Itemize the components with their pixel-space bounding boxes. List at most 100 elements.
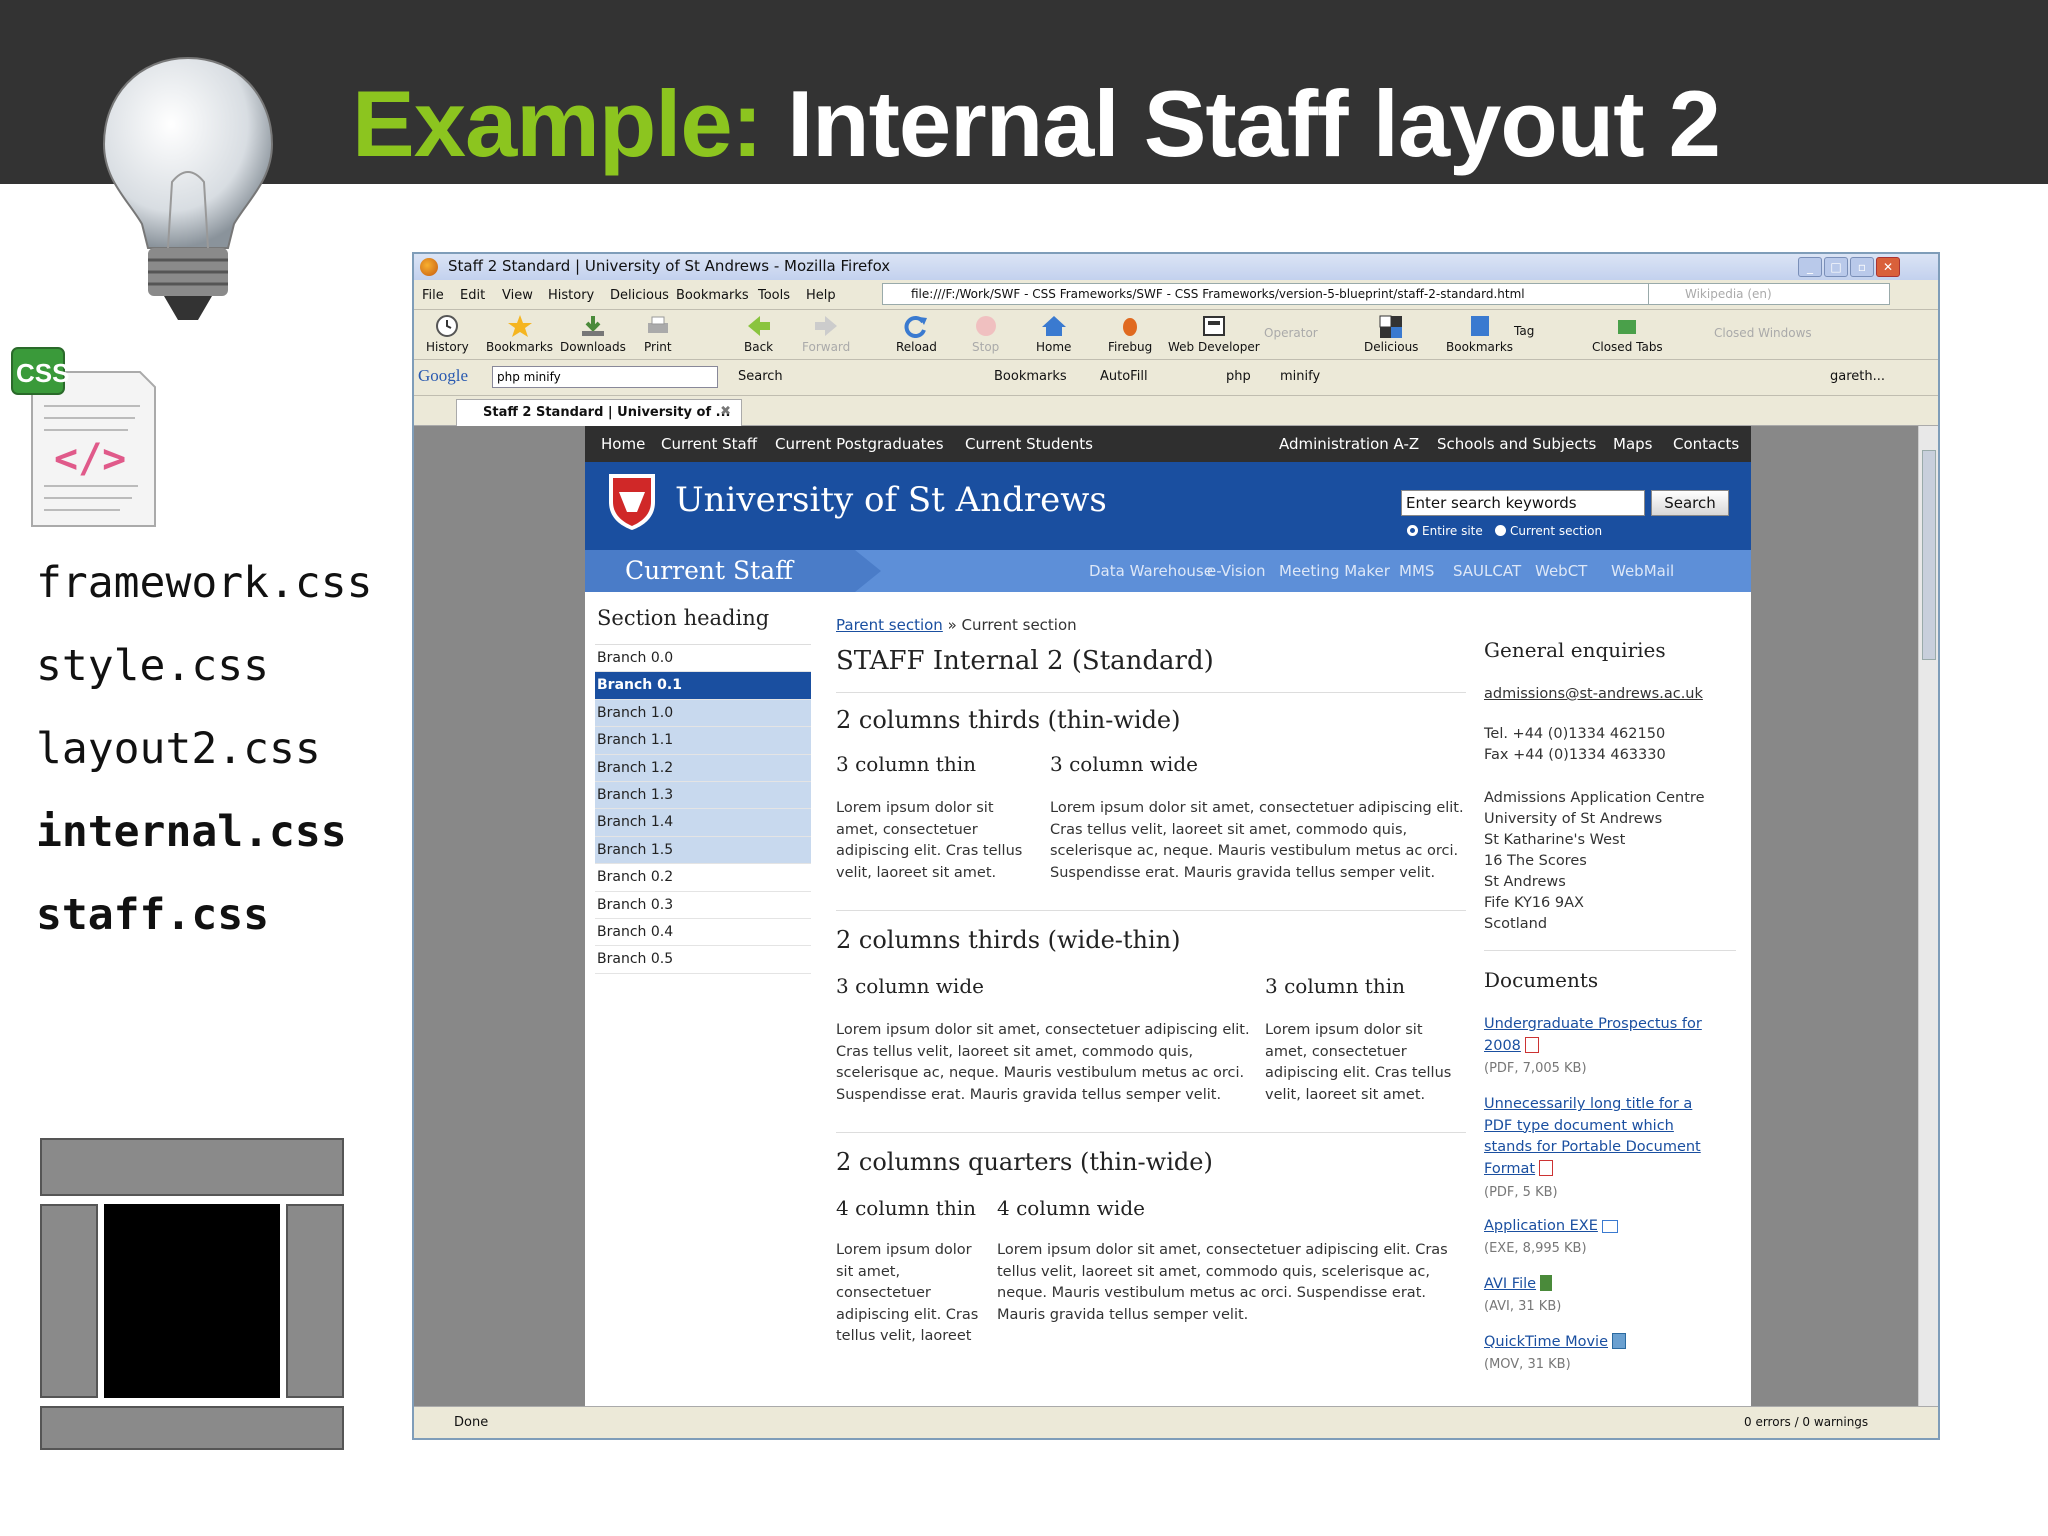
col-heading: 4 column wide xyxy=(997,1196,1145,1220)
php-button[interactable]: php xyxy=(1226,369,1251,384)
nav-schools[interactable]: Schools and Subjects xyxy=(1437,435,1596,453)
minimize-button[interactable]: _ xyxy=(1798,257,1822,277)
print-button[interactable]: Print xyxy=(644,314,672,354)
link-mms[interactable]: MMS xyxy=(1399,562,1434,580)
web-developer-button[interactable]: Web Developer xyxy=(1168,314,1260,354)
branch-item[interactable]: Branch 0.4 xyxy=(595,919,811,947)
section-name: Current Staff xyxy=(625,556,793,585)
branch-item[interactable]: Branch 1.3 xyxy=(595,781,811,810)
scrollbar-thumb[interactable] xyxy=(1922,450,1936,660)
menu-tools[interactable]: Tools xyxy=(758,288,790,303)
google-bookmarks-button[interactable]: Bookmarks xyxy=(994,369,1067,384)
firebug-button[interactable]: Firebug xyxy=(1108,314,1152,354)
tab-close-icon[interactable]: ✖ xyxy=(720,404,731,419)
user-menu[interactable]: gareth... xyxy=(1830,369,1885,384)
address-line: St Andrews xyxy=(1484,874,1566,890)
branch-item[interactable]: Branch 1.0 xyxy=(595,699,811,728)
divider xyxy=(836,910,1466,911)
nav-current-postgraduates[interactable]: Current Postgraduates xyxy=(775,435,944,453)
link-webct[interactable]: WebCT xyxy=(1535,562,1587,580)
nav-contacts[interactable]: Contacts xyxy=(1673,435,1739,453)
web-developer-icon xyxy=(1202,316,1225,336)
delicious-button[interactable]: Delicious xyxy=(1364,314,1418,354)
breadcrumb-parent-link[interactable]: Parent section xyxy=(836,616,943,634)
google-logo: Google xyxy=(418,366,469,385)
menu-bar: File Edit View History Delicious Bookmar… xyxy=(414,280,1938,310)
error-count[interactable]: 0 errors / 0 warnings xyxy=(1744,1415,1868,1429)
section-heading: Section heading xyxy=(595,592,811,645)
history-button[interactable]: History xyxy=(426,314,469,354)
google-search-button[interactable]: Search xyxy=(738,369,783,384)
menu-delicious[interactable]: Delicious xyxy=(610,288,669,303)
nav-current-students[interactable]: Current Students xyxy=(965,435,1093,453)
menu-edit[interactable]: Edit xyxy=(460,288,485,303)
back-button[interactable]: Back xyxy=(744,314,773,354)
stop-button[interactable]: Stop xyxy=(972,314,999,354)
university-name: University of St Andrews xyxy=(675,480,1107,520)
operator-button[interactable]: Operator xyxy=(1264,326,1318,340)
firefox-window: Staff 2 Standard | University of St Andr… xyxy=(412,252,1940,1440)
nav-home[interactable]: Home xyxy=(601,435,645,453)
col-heading: 3 column wide xyxy=(1050,752,1198,776)
branch-item[interactable]: Branch 0.5 xyxy=(595,946,811,974)
menu-file[interactable]: File xyxy=(422,288,444,303)
reload-button[interactable]: Reload xyxy=(896,314,937,354)
clock-icon xyxy=(436,315,459,337)
css-badge: CSS xyxy=(16,358,70,388)
restore-button[interactable]: ▫ xyxy=(1850,257,1874,277)
document-link-exe[interactable]: Application EXE xyxy=(1484,1216,1618,1238)
document-link-mov[interactable]: QuickTime Movie xyxy=(1484,1332,1627,1354)
site-search-button[interactable]: Search xyxy=(1651,490,1729,516)
radio-current-section[interactable]: Current section xyxy=(1495,524,1602,538)
branch-item[interactable]: Branch 1.2 xyxy=(595,754,811,782)
branch-item[interactable]: Branch 1.5 xyxy=(595,836,811,865)
bookmarks-button[interactable]: Bookmarks xyxy=(486,314,553,354)
downloads-button[interactable]: Downloads xyxy=(560,314,626,354)
document-link-avi[interactable]: AVI File xyxy=(1484,1274,1553,1296)
tab-staff-2-standard[interactable]: Staff 2 Standard | University of ... ✖ xyxy=(456,399,742,426)
address-line: 16 The Scores xyxy=(1484,853,1587,869)
close-icon[interactable]: ✕ xyxy=(1876,257,1900,277)
menu-bookmarks[interactable]: Bookmarks xyxy=(676,288,749,303)
branch-item[interactable]: Branch 1.1 xyxy=(595,727,811,755)
tag-button[interactable]: Tag xyxy=(1514,324,1534,338)
home-button[interactable]: Home xyxy=(1036,314,1071,354)
wikipedia-search-input[interactable]: Wikipedia (en) xyxy=(1648,283,1890,305)
branch-item[interactable]: Branch 0.3 xyxy=(595,892,811,919)
branch-item-active[interactable]: Branch 0.1 xyxy=(595,672,811,700)
branch-item[interactable]: Branch 0.2 xyxy=(595,864,811,892)
minify-button[interactable]: minify xyxy=(1280,369,1320,384)
heading-thin-wide: 2 columns thirds (thin-wide) xyxy=(836,706,1181,734)
bookmarks2-button[interactable]: Bookmarks xyxy=(1446,314,1513,354)
menu-history[interactable]: History xyxy=(548,288,594,303)
menu-view[interactable]: View xyxy=(502,288,533,303)
address-line: St Katharine's West xyxy=(1484,832,1626,848)
nav-maps[interactable]: Maps xyxy=(1613,435,1652,453)
branch-item[interactable]: Branch 0.0 xyxy=(595,645,811,673)
link-meeting-maker[interactable]: Meeting Maker xyxy=(1279,562,1390,580)
stop-icon xyxy=(975,316,996,336)
maximize-button[interactable]: □ xyxy=(1824,257,1848,277)
document-link-pdf[interactable]: Unnecessarily long title for a PDF type … xyxy=(1484,1094,1724,1180)
link-data-warehouse[interactable]: Data Warehouse xyxy=(1089,562,1213,580)
window-titlebar: Staff 2 Standard | University of St Andr… xyxy=(414,254,1938,280)
closed-tabs-button[interactable]: Closed Tabs xyxy=(1592,314,1663,354)
closed-windows-button[interactable]: Closed Windows xyxy=(1714,326,1812,340)
document-meta: (AVI, 31 KB) xyxy=(1484,1299,1562,1314)
address-bar[interactable]: file:///F:/Work/SWF - CSS Frameworks/SWF… xyxy=(882,283,1658,305)
nav-current-staff[interactable]: Current Staff xyxy=(661,435,757,453)
branch-item[interactable]: Branch 1.4 xyxy=(595,809,811,837)
link-saulcat[interactable]: SAULCAT xyxy=(1453,562,1521,580)
email-link[interactable]: admissions@st-andrews.ac.uk xyxy=(1484,684,1703,706)
document-link-pdf[interactable]: Undergraduate Prospectus for 2008 xyxy=(1484,1014,1724,1057)
forward-button[interactable]: Forward xyxy=(802,314,850,354)
google-search-input[interactable]: php minify xyxy=(492,366,718,388)
link-webmail[interactable]: WebMail xyxy=(1611,562,1674,580)
vertical-scrollbar[interactable] xyxy=(1918,426,1938,1406)
autofill-button[interactable]: AutoFill xyxy=(1100,369,1148,384)
radio-entire-site[interactable]: Entire site xyxy=(1407,524,1483,538)
nav-administration[interactable]: Administration A-Z xyxy=(1279,435,1419,453)
link-e-vision[interactable]: e-Vision xyxy=(1207,562,1266,580)
menu-help[interactable]: Help xyxy=(806,288,836,303)
site-search-input[interactable]: Enter search keywords xyxy=(1401,490,1645,516)
